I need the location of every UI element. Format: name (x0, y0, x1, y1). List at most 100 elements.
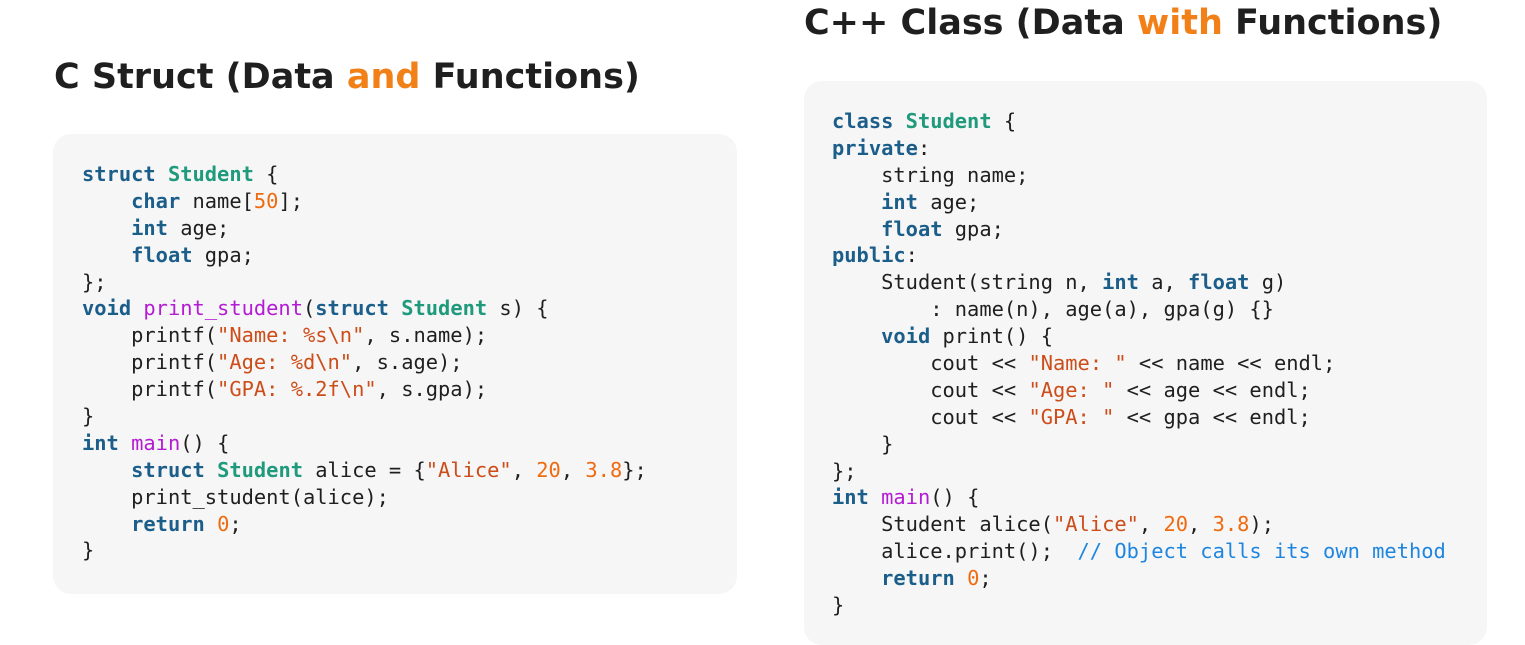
code-text: } (881, 431, 894, 456)
c-struct-code: struct Student { char name[50]; int age;… (82, 161, 647, 564)
code-text: cout << (930, 351, 1029, 376)
code-text: gpa; (942, 216, 1004, 241)
code-text: , s.age); (352, 350, 463, 375)
code-line: return 0; (832, 565, 1446, 592)
keyword: void (82, 296, 132, 321)
string-literal: "Name: %s\n" (217, 323, 365, 348)
code-text: cout << (930, 404, 1029, 429)
comment: // Object calls its own method (1077, 539, 1446, 564)
keyword: int (131, 215, 168, 240)
code-line: Student(string n, int a, float g) (832, 269, 1446, 296)
code-line: struct Student { (82, 161, 647, 188)
code-text: s) { (487, 296, 549, 321)
code-line: } (832, 431, 1446, 458)
code-text: alice.print(); (881, 539, 1078, 564)
code-line: } (82, 403, 647, 430)
code-text: }; (82, 269, 107, 294)
code-line: private: (832, 135, 1446, 162)
code-line: }; (82, 269, 647, 296)
keyword: float (881, 216, 943, 241)
string-literal: "Age: " (1028, 377, 1115, 402)
code-text: , (560, 457, 586, 482)
code-line: struct Student alice = {"Alice", 20, 3.8… (82, 457, 647, 484)
c-struct-code-block: struct Student { char name[50]; int age;… (53, 134, 737, 594)
type-name: Student (401, 296, 488, 321)
cpp-class-code-block: class Student {private: string name; int… (804, 81, 1487, 645)
number-literal: 3.8 (585, 457, 623, 482)
code-text: << age << endl; (1114, 377, 1311, 402)
string-literal: "Age: %d\n" (217, 350, 353, 375)
heading-text: C Struct (Data (54, 57, 347, 97)
code-text: , s.gpa); (376, 377, 488, 402)
code-text: alice = { (303, 457, 426, 482)
function-name: main (131, 430, 181, 455)
code-text: << gpa << endl; (1114, 404, 1311, 429)
code-text: cout << (930, 377, 1029, 402)
code-line: class Student { (832, 108, 1446, 135)
code-line: float gpa; (82, 242, 647, 269)
code-text: print() { (930, 324, 1053, 349)
code-text: g) (1249, 270, 1287, 295)
code-line: void print() { (832, 323, 1446, 350)
code-text: , (1188, 512, 1213, 537)
keyword: int (832, 485, 869, 510)
code-line: cout << "Name: " << name << endl; (832, 350, 1446, 377)
code-line: public: (832, 242, 1446, 269)
code-line: float gpa; (832, 216, 1446, 243)
code-text: ; (229, 511, 242, 536)
keyword: void (881, 324, 931, 349)
number-literal: 0 (967, 566, 980, 591)
heading-accent-word: with (1136, 3, 1223, 43)
keyword: int (82, 430, 119, 455)
code-text: age; (917, 189, 980, 214)
code-text: ( (302, 296, 316, 321)
code-line: printf("Age: %d\n", s.age); (82, 349, 647, 376)
code-line: return 0; (82, 511, 647, 538)
code-line: cout << "GPA: " << gpa << endl; (832, 404, 1446, 431)
code-line: string name; (832, 162, 1446, 189)
code-text: }; (622, 457, 647, 482)
code-text: () { (930, 485, 980, 510)
code-line: } (832, 592, 1446, 619)
type-name: Student (217, 457, 303, 482)
keyword: int (1102, 270, 1139, 295)
code-line: int main() { (82, 430, 647, 457)
code-text: : name(n), age(a), gpa(g) {} (930, 297, 1274, 322)
heading-text: C++ Class (Data (804, 3, 1137, 43)
code-text: : (905, 243, 918, 268)
code-line: alice.print(); // Object calls its own m… (832, 538, 1446, 565)
code-text: string name; (881, 162, 1029, 187)
code-text: printf( (131, 377, 218, 402)
code-text: name[ (180, 188, 254, 213)
number-literal: 20 (1163, 512, 1189, 537)
code-line: printf("Name: %s\n", s.name); (82, 322, 647, 349)
string-literal: "GPA: " (1028, 404, 1115, 429)
number-literal: 3.8 (1212, 512, 1250, 537)
function-name: print_student (143, 296, 303, 321)
code-text: print_student(alice); (131, 484, 389, 509)
code-text: Student(string n, (881, 270, 1103, 295)
code-text: { (991, 109, 1017, 133)
